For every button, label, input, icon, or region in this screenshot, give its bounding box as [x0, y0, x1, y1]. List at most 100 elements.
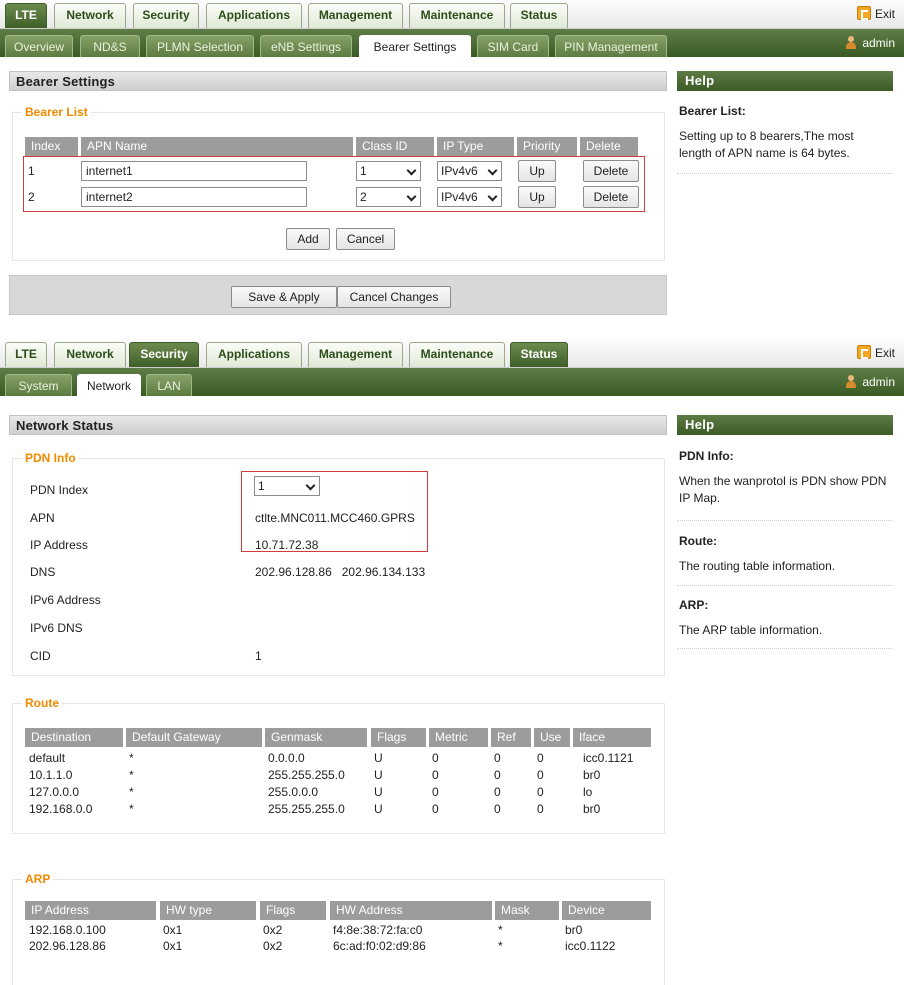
- col-ip-type: IP Type: [437, 137, 514, 156]
- tab-network[interactable]: Network: [54, 3, 126, 28]
- arp-device: br0: [565, 923, 583, 937]
- route-flags: U: [374, 785, 383, 799]
- route-metric: 0: [432, 785, 439, 799]
- cancel-changes-button[interactable]: Cancel Changes: [337, 286, 451, 308]
- arp-ip-address: 192.168.0.100: [29, 923, 106, 937]
- subtab-nds[interactable]: ND&S: [80, 35, 140, 57]
- tab-network[interactable]: Network: [54, 342, 126, 367]
- route-metric: 0: [432, 802, 439, 816]
- top-nav: LTE Network Security Applications Manage…: [0, 339, 904, 368]
- route-use: 0: [537, 768, 544, 782]
- exit-label: Exit: [874, 7, 895, 21]
- route-iface: icc0.1121: [583, 751, 634, 765]
- route-flags: U: [374, 802, 383, 816]
- subtab-lan[interactable]: LAN: [146, 374, 192, 396]
- user-indicator: admin: [846, 34, 895, 52]
- route-destination: 192.168.0.0: [29, 802, 93, 816]
- route-flags: U: [374, 768, 383, 782]
- route-ref: 0: [494, 785, 501, 799]
- col-default-gateway: Default Gateway: [126, 728, 262, 747]
- arp-mask: *: [498, 939, 503, 953]
- route-ref: 0: [494, 802, 501, 816]
- col-genmask: Genmask: [265, 728, 367, 747]
- tab-security[interactable]: Security: [129, 342, 199, 367]
- route-genmask: 255.0.0.0: [268, 785, 319, 799]
- tab-maintenance[interactable]: Maintenance: [409, 3, 505, 28]
- subtab-network[interactable]: Network: [77, 374, 141, 396]
- subtab-bearer-settings[interactable]: Bearer Settings: [359, 35, 471, 57]
- route-ref: 0: [494, 768, 501, 782]
- tab-applications[interactable]: Applications: [206, 342, 302, 367]
- add-button[interactable]: Add: [286, 228, 330, 250]
- dns-value: 202.96.128.86 202.96.134.133: [255, 565, 426, 579]
- col-mask: Mask: [495, 901, 559, 920]
- col-device: Device: [562, 901, 651, 920]
- col-index: Index: [25, 137, 78, 156]
- save-apply-button[interactable]: Save & Apply: [231, 286, 337, 308]
- sub-nav: System Network LAN admin: [0, 368, 904, 396]
- help-header: Help: [677, 415, 893, 435]
- arp-ip-address: 202.96.128.86: [29, 939, 106, 953]
- tab-status[interactable]: Status: [510, 342, 568, 367]
- help-divider: [677, 585, 893, 586]
- route-metric: 0: [432, 751, 439, 765]
- tab-lte[interactable]: LTE: [5, 3, 47, 28]
- arp-mask: *: [498, 923, 503, 937]
- col-priority: Priority: [517, 137, 577, 156]
- exit-link[interactable]: Exit: [856, 4, 895, 24]
- tab-lte[interactable]: LTE: [5, 342, 47, 367]
- exit-icon: [856, 345, 871, 359]
- col-iface: Iface: [573, 728, 651, 747]
- route-iface: br0: [583, 802, 601, 816]
- user-icon: [846, 375, 857, 388]
- arp-flags: 0x2: [263, 939, 283, 953]
- col-flags: Flags: [371, 728, 426, 747]
- route-gateway: *: [129, 785, 134, 799]
- col-destination: Destination: [25, 728, 123, 747]
- user-name: admin: [862, 36, 895, 50]
- tab-management[interactable]: Management: [308, 342, 403, 367]
- tab-applications[interactable]: Applications: [206, 3, 302, 28]
- col-ip-address: IP Address: [25, 901, 156, 920]
- arp-legend: ARP: [25, 872, 51, 886]
- subtab-pin-management[interactable]: PIN Management: [555, 35, 667, 57]
- tab-management[interactable]: Management: [308, 3, 403, 28]
- section-title: Network Status: [9, 415, 667, 435]
- col-ref: Ref: [491, 728, 531, 747]
- tab-status[interactable]: Status: [510, 3, 568, 28]
- subtab-sim-card[interactable]: SIM Card: [477, 35, 549, 57]
- help-text-pdn: When the wanprotol is PDN show PDN IP Ma…: [679, 474, 887, 505]
- pdn-info-legend: PDN Info: [25, 451, 76, 465]
- arp-hw-type: 0x1: [163, 939, 183, 953]
- tab-security[interactable]: Security: [133, 3, 199, 28]
- highlight-box: [23, 156, 645, 212]
- route-genmask: 0.0.0.0: [268, 751, 305, 765]
- subtab-overview[interactable]: Overview: [5, 35, 73, 57]
- subtab-plmn-selection[interactable]: PLMN Selection: [146, 35, 254, 57]
- col-metric: Metric: [429, 728, 488, 747]
- ipv6-address-label: IPv6 Address: [30, 593, 101, 607]
- bearer-list-legend: Bearer List: [25, 105, 88, 119]
- route-ref: 0: [494, 751, 501, 765]
- help-text-route: The routing table information.: [679, 559, 836, 573]
- section-title: Bearer Settings: [9, 71, 667, 91]
- exit-link[interactable]: Exit: [856, 343, 895, 363]
- user-icon: [846, 36, 857, 49]
- tab-maintenance[interactable]: Maintenance: [409, 342, 505, 367]
- pdn-index-label: PDN Index: [30, 483, 89, 497]
- subtab-system[interactable]: System: [5, 374, 72, 396]
- col-hw-type: HW type: [160, 901, 256, 920]
- help-divider: [677, 520, 893, 521]
- help-header: Help: [677, 71, 893, 91]
- route-genmask: 255.255.255.0: [268, 802, 345, 816]
- route-use: 0: [537, 785, 544, 799]
- cancel-button[interactable]: Cancel: [336, 228, 395, 250]
- route-gateway: *: [129, 802, 134, 816]
- subtab-enb-settings[interactable]: eNB Settings: [260, 35, 352, 57]
- cid-value: 1: [255, 649, 262, 663]
- help-topic-arp: ARP:: [679, 598, 709, 612]
- route-metric: 0: [432, 768, 439, 782]
- exit-label: Exit: [874, 346, 895, 360]
- route-flags: U: [374, 751, 383, 765]
- col-class-id: Class ID: [356, 137, 434, 156]
